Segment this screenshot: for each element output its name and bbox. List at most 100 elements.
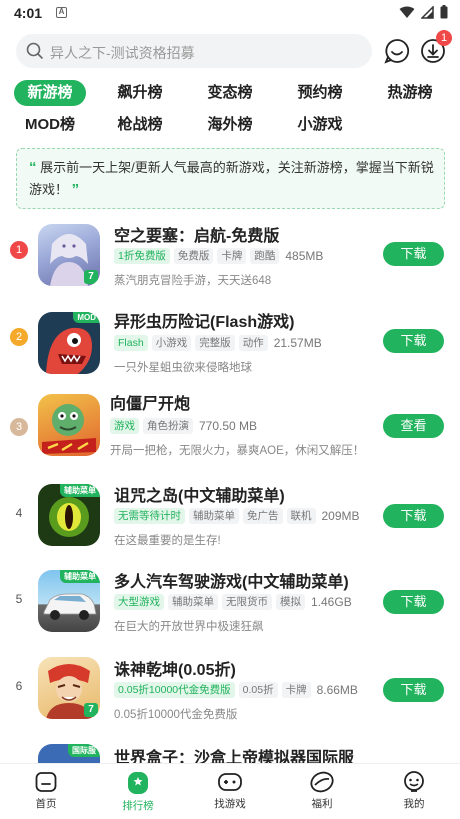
open-quote: “ <box>29 159 37 176</box>
mod-badge: MOD <box>73 312 100 323</box>
game-description: 在巨大的开放世界中极速狂飙 <box>114 621 264 633</box>
nav-label: 找游戏 <box>214 798 246 810</box>
tag: 卡牌 <box>217 248 247 264</box>
brand-badge-icon: 7 <box>84 270 98 284</box>
search-placeholder: 异人之下-测试资格招募 <box>50 45 195 61</box>
tag: 免广告 <box>243 508 283 524</box>
download-button[interactable]: 下载 <box>383 678 444 702</box>
gamepad-icon <box>218 773 242 791</box>
mod-badge: 国际服 <box>68 744 100 757</box>
file-size: 1.46GB <box>311 595 352 609</box>
list-item[interactable]: 2 MOD 异形虫历险记(Flash游戏) Flash 小游戏 完整版 动作 2… <box>0 306 460 388</box>
search-input[interactable]: 异人之下-测试资格招募 <box>16 34 372 68</box>
tab-hot[interactable]: 热游榜 <box>374 80 446 106</box>
tag: 游戏 <box>110 418 139 434</box>
nav-home[interactable]: 首页 <box>16 770 76 811</box>
game-title: 诛神乾坤(0.05折) <box>114 662 236 679</box>
tab-shooter[interactable]: 枪战榜 <box>104 112 176 138</box>
download-button[interactable]: 下载 <box>383 504 444 528</box>
game-title: 空之要塞：启航-免费版 <box>114 228 280 245</box>
download-button[interactable]: 下载 <box>383 329 444 353</box>
tag-row: Flash 小游戏 完整版 动作 21.57MB <box>114 335 322 351</box>
tab-mod[interactable]: MOD榜 <box>14 112 86 138</box>
game-icon[interactable]: 7 <box>38 224 100 286</box>
nav-welfare[interactable]: 福利 <box>292 770 352 811</box>
rank-badge: 1 <box>10 241 28 259</box>
brand-badge-icon: 7 <box>84 703 98 717</box>
rank-badge: 3 <box>10 418 28 436</box>
list-item[interactable]: 3 向僵尸开炮 游戏 角色扮演 770.50 MB 开局一把枪，无限火力，暴爽A… <box>0 390 460 472</box>
wifi-icon <box>399 6 415 18</box>
tab-overseas[interactable]: 海外榜 <box>194 112 266 138</box>
tab-mini-games[interactable]: 小游戏 <box>284 112 356 138</box>
list-item[interactable]: 5 辅助菜单 多人汽车驾驶游戏(中文辅助菜单) 大型游戏 辅助菜单 无限货币 模… <box>0 568 460 650</box>
bottom-nav: 首页 排行榜 找游戏 福利 我的 <box>0 763 460 819</box>
view-button[interactable]: 查看 <box>383 414 444 438</box>
notice-banner: “ 展示前一天上架/更新人气最高的新游戏，关注新游榜，掌握当下新锐游戏！ ” <box>16 148 445 209</box>
gift-icon <box>310 771 334 793</box>
game-title: 异形虫历险记(Flash游戏) <box>114 314 295 331</box>
nav-ranking[interactable]: 排行榜 <box>108 770 168 813</box>
tag: 免费版 <box>173 248 214 264</box>
list-item[interactable]: 6 7 诛神乾坤(0.05折) 0.05折10000代金免费版 0.05折 卡牌… <box>0 654 460 736</box>
notice-body: 展示前一天上架/更新人气最高的新游戏，关注新游榜，掌握当下新锐游戏！ <box>29 160 434 197</box>
game-title: 向僵尸开炮 <box>110 396 191 413</box>
game-title: 多人汽车驾驶游戏(中文辅助菜单) <box>114 574 349 591</box>
search-row: 异人之下-测试资格招募 1 <box>16 30 452 68</box>
tag: 角色扮演 <box>143 418 193 434</box>
tag-row: 无需等待计时 辅助菜单 免广告 联机 209MB <box>114 508 360 524</box>
status-time: 4:01 <box>14 5 43 21</box>
download-button[interactable]: 下载 <box>383 590 444 614</box>
mod-badge: 辅助菜单 <box>60 570 100 583</box>
file-size: 209MB <box>321 509 360 523</box>
status-bar: 4:01 A <box>0 0 460 26</box>
file-size: 21.57MB <box>273 336 322 350</box>
tag: 跑酷 <box>250 248 280 264</box>
tag: 联机 <box>286 508 316 524</box>
game-icon[interactable]: 辅助菜单 <box>38 484 100 546</box>
tab-rising[interactable]: 飙升榜 <box>104 80 176 106</box>
battery-icon <box>440 5 448 19</box>
nav-label: 首页 <box>35 798 57 810</box>
ranking-icon <box>128 772 148 794</box>
tag: 辅助菜单 <box>189 508 239 524</box>
message-icon[interactable] <box>384 38 410 64</box>
game-description: 开局一把枪，无限火力，暴爽AOE，休闲又解压！ <box>110 445 365 457</box>
list-item[interactable]: 4 辅助菜单 诅咒之岛(中文辅助菜单) 无需等待计时 辅助菜单 免广告 联机 2… <box>0 480 460 562</box>
home-icon <box>35 772 57 792</box>
nav-find-games[interactable]: 找游戏 <box>200 770 260 811</box>
list-item[interactable]: 国际服 世界盒子：沙盒上帝模拟器国际服 <box>0 744 460 767</box>
game-icon[interactable]: 7 <box>38 657 100 719</box>
rank-number: 5 <box>15 592 23 606</box>
status-icons <box>399 5 448 19</box>
game-description: 0.05折10000代金免费版 <box>114 709 238 721</box>
game-icon[interactable]: 辅助菜单 <box>38 570 100 632</box>
nav-label: 福利 <box>311 798 333 810</box>
game-description: 一只外星蛆虫欲来侵略地球 <box>114 362 252 374</box>
list-item[interactable]: 1 7 空之要塞：启航-免费版 1折免费版 免费版 卡牌 跑酷 485MB 蒸汽… <box>0 218 460 300</box>
game-icon[interactable]: 国际服 <box>38 744 100 764</box>
tab-new-games[interactable]: 新游榜 <box>14 80 86 106</box>
notice-text: “ 展示前一天上架/更新人气最高的新游戏，关注新游榜，掌握当下新锐游戏！ ” <box>29 157 434 201</box>
nav-label: 排行榜 <box>122 800 154 812</box>
download-button[interactable]: 下载 <box>383 242 444 266</box>
tag: 辅助菜单 <box>168 594 218 610</box>
mod-badge: 辅助菜单 <box>60 484 100 497</box>
tag: 卡牌 <box>281 682 311 698</box>
game-description: 在这最重要的是生存! <box>114 535 221 547</box>
game-icon[interactable] <box>38 394 100 456</box>
tag: 0.05折 <box>238 682 278 698</box>
close-quote: ” <box>71 181 80 198</box>
tab-preorder[interactable]: 预约榜 <box>284 80 356 106</box>
game-icon[interactable]: MOD <box>38 312 100 374</box>
tag: 大型游戏 <box>114 594 164 610</box>
tag: 0.05折10000代金免费版 <box>114 682 235 698</box>
nav-profile[interactable]: 我的 <box>384 770 444 811</box>
tab-modded[interactable]: 变态榜 <box>194 80 266 106</box>
rank-number: 4 <box>15 506 23 520</box>
search-icon <box>26 42 43 59</box>
game-description: 蒸汽朋克冒险手游，天天送648 <box>114 275 272 287</box>
notification-a-icon: A <box>56 7 67 18</box>
game-title: 诅咒之岛(中文辅助菜单) <box>114 488 285 505</box>
tag: 完整版 <box>195 335 235 351</box>
